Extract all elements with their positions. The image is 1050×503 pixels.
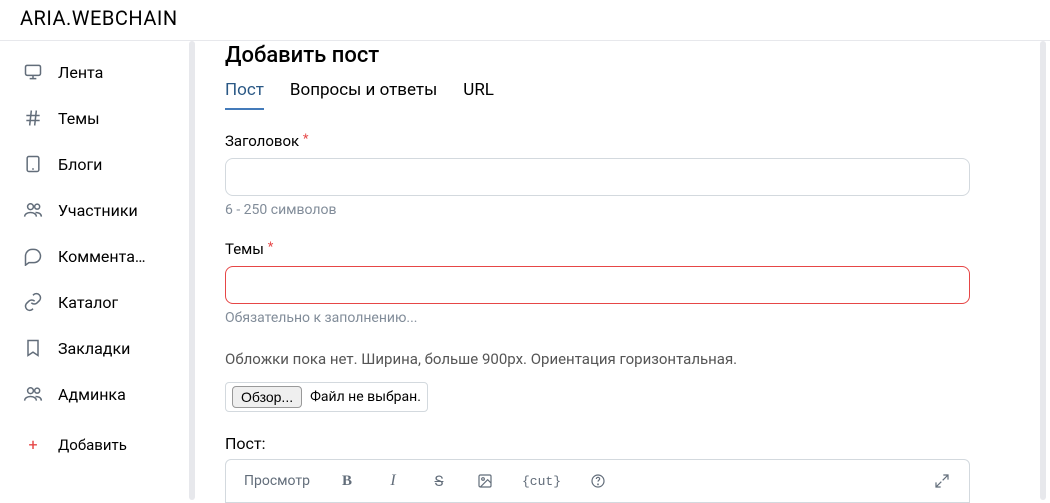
sidebar-item-label: Блоги bbox=[58, 155, 102, 174]
sidebar: Лента Темы Блоги Участники bbox=[0, 40, 195, 500]
post-label: Пост: bbox=[225, 434, 1020, 453]
users-icon bbox=[22, 199, 44, 221]
sidebar-item-label: Участники bbox=[58, 201, 138, 220]
cut-button[interactable]: {cut} bbox=[522, 474, 561, 489]
sidebar-item-label: Лента bbox=[58, 63, 103, 82]
tabs: Пост Вопросы и ответы URL bbox=[225, 80, 1020, 110]
sidebar-item-label: Темы bbox=[58, 109, 100, 128]
file-status: Файл не выбран. bbox=[310, 389, 421, 405]
comment-icon bbox=[22, 245, 44, 267]
browse-button[interactable]: Обзор... bbox=[232, 386, 302, 408]
sidebar-item-comments[interactable]: Коммента… bbox=[0, 233, 195, 279]
monitor-icon bbox=[22, 61, 44, 83]
cover-hint: Обложки пока нет. Ширина, больше 900рх. … bbox=[225, 350, 1020, 368]
expand-button[interactable] bbox=[933, 473, 951, 489]
help-button[interactable] bbox=[589, 473, 607, 489]
italic-button[interactable]: I bbox=[384, 472, 402, 490]
sidebar-add-label: Добавить bbox=[58, 436, 127, 454]
tab-url[interactable]: URL bbox=[463, 80, 494, 110]
strike-button[interactable]: S bbox=[430, 472, 448, 490]
file-input-wrap[interactable]: Обзор... Файл не выбран. bbox=[225, 382, 428, 412]
tab-post[interactable]: Пост bbox=[225, 80, 264, 110]
users-icon bbox=[22, 383, 44, 405]
hash-icon bbox=[22, 107, 44, 129]
tablet-icon bbox=[22, 153, 44, 175]
tab-qa[interactable]: Вопросы и ответы bbox=[290, 80, 437, 110]
link-icon bbox=[22, 291, 44, 313]
plus-icon: + bbox=[22, 435, 44, 454]
topics-hint: Обязательно к заполнению... bbox=[225, 310, 1020, 326]
bookmark-icon bbox=[22, 337, 44, 359]
sidebar-item-bookmarks[interactable]: Закладки bbox=[0, 325, 195, 371]
sidebar-item-topics[interactable]: Темы bbox=[0, 95, 195, 141]
sidebar-add-button[interactable]: + Добавить bbox=[0, 417, 195, 464]
bold-button[interactable]: B bbox=[338, 473, 356, 490]
main-content: Добавить пост Пост Вопросы и ответы URL … bbox=[195, 40, 1050, 500]
editor-toolbar: Просмотр B I S {cut} bbox=[225, 459, 970, 503]
sidebar-item-label: Админка bbox=[58, 385, 126, 404]
topics-input[interactable] bbox=[225, 266, 970, 304]
preview-button[interactable]: Просмотр bbox=[244, 473, 310, 489]
topics-label: Темы * bbox=[225, 240, 1020, 258]
title-input[interactable] bbox=[225, 158, 970, 196]
sidebar-item-catalog[interactable]: Каталог bbox=[0, 279, 195, 325]
brand-title: ARIA.WEBCHAIN bbox=[0, 0, 1050, 40]
sidebar-item-feed[interactable]: Лента bbox=[0, 49, 195, 95]
title-label: Заголовок * bbox=[225, 132, 1020, 150]
image-button[interactable] bbox=[476, 473, 494, 489]
sidebar-item-label: Коммента… bbox=[58, 247, 146, 266]
sidebar-item-label: Каталог bbox=[58, 293, 118, 312]
sidebar-item-label: Закладки bbox=[58, 339, 130, 358]
sidebar-item-members[interactable]: Участники bbox=[0, 187, 195, 233]
sidebar-item-admin[interactable]: Админка bbox=[0, 371, 195, 417]
sidebar-item-blogs[interactable]: Блоги bbox=[0, 141, 195, 187]
title-hint: 6 - 250 символов bbox=[225, 202, 1020, 218]
page-title: Добавить пост bbox=[225, 43, 1020, 68]
